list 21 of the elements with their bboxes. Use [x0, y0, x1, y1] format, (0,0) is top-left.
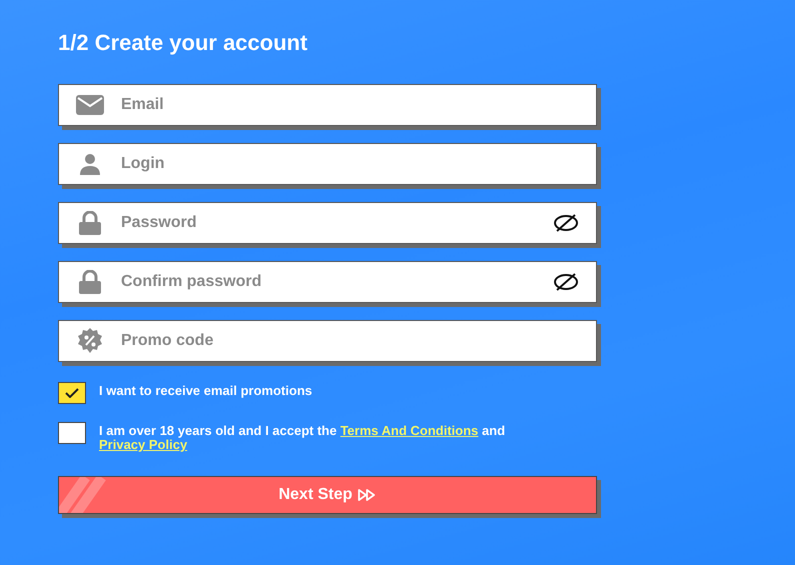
- user-icon: [79, 153, 101, 175]
- input-field[interactable]: Confirm password: [58, 261, 597, 303]
- checkbox-label: I am over 18 years old and I accept the Terms And Conditions and Privacy Policy: [99, 424, 506, 452]
- check-icon: [65, 388, 79, 398]
- hidden-password-icon[interactable]: [553, 273, 579, 291]
- fast-forward-icon: [358, 489, 376, 501]
- checkbox[interactable]: [58, 422, 86, 444]
- hidden-password-icon[interactable]: [553, 214, 579, 232]
- discount-badge-icon: [77, 328, 103, 354]
- lock-icon: [79, 211, 101, 235]
- lock-icon: [79, 270, 101, 294]
- page-title: 1/2 Create your account: [58, 30, 308, 56]
- input-field[interactable]: Login: [58, 143, 597, 185]
- checkbox[interactable]: [58, 382, 86, 404]
- input-field[interactable]: Promo code: [58, 320, 597, 362]
- link[interactable]: Privacy Policy: [99, 437, 188, 452]
- link[interactable]: Terms And Conditions: [340, 423, 478, 438]
- envelope-icon: [76, 95, 104, 115]
- input-field[interactable]: Email: [58, 84, 597, 126]
- input-field[interactable]: Password: [58, 202, 597, 244]
- checkbox-label: I want to receive email promotions: [99, 384, 314, 398]
